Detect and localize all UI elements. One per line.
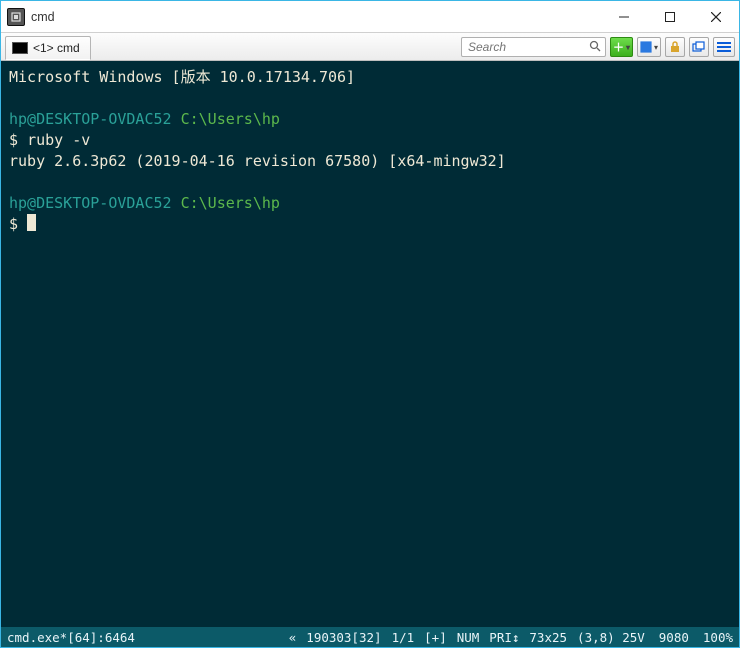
tab-cmd[interactable]: <1> cmd	[5, 36, 91, 60]
lock-button[interactable]	[665, 37, 685, 57]
status-plus: [+]	[424, 630, 447, 645]
search-input[interactable]	[462, 40, 585, 54]
toolbar: <1> cmd ＋▾ ▾	[1, 33, 739, 61]
status-zoom: 100%	[703, 630, 733, 645]
titlebar: cmd	[1, 1, 739, 33]
window-controls	[601, 2, 739, 32]
tab-label: <1> cmd	[33, 41, 80, 55]
prompt-userhost: hp@DESKTOP-OVDAC52	[9, 194, 172, 212]
status-linecount: 1/1	[392, 630, 415, 645]
status-cursor-pos: (3,8) 25V	[577, 630, 645, 645]
terminal-line: Microsoft Windows [版本 10.0.17134.706]	[9, 68, 355, 86]
chevron-down-icon: ▾	[626, 43, 630, 52]
menu-button[interactable]	[713, 37, 735, 57]
close-button[interactable]	[693, 2, 739, 32]
prompt-symbol: $	[9, 131, 18, 149]
search-icon[interactable]	[585, 40, 605, 55]
app-icon	[7, 8, 25, 26]
status-bar: cmd.exe*[64]:6464 « 190303[32] 1/1 [+] N…	[1, 627, 739, 647]
status-pid: 9080	[659, 630, 689, 645]
new-tab-button[interactable]: ＋▾	[610, 37, 633, 57]
cursor	[27, 214, 36, 231]
status-chevron: «	[289, 630, 297, 645]
terminal-icon	[12, 42, 28, 54]
chevron-down-icon: ▾	[654, 43, 658, 52]
status-process: cmd.exe*[64]:6464	[7, 630, 135, 645]
window-title: cmd	[31, 10, 55, 24]
status-numlock: NUM	[457, 630, 480, 645]
status-size: 73x25	[529, 630, 567, 645]
prompt-userhost: hp@DESKTOP-OVDAC52	[9, 110, 172, 128]
maximize-button[interactable]	[647, 2, 693, 32]
prompt-path: C:\Users\hp	[181, 194, 280, 212]
search-box[interactable]	[461, 37, 606, 57]
command-output: ruby 2.6.3p62 (2019-04-16 revision 67580…	[9, 152, 506, 170]
status-priority: PRI↕	[489, 630, 519, 645]
status-date: 190303[32]	[306, 630, 381, 645]
terminal-output[interactable]: Microsoft Windows [版本 10.0.17134.706] hp…	[1, 61, 739, 627]
prompt-path: C:\Users\hp	[181, 110, 280, 128]
minimize-button[interactable]	[601, 2, 647, 32]
windows-button[interactable]	[689, 37, 709, 57]
prompt-symbol: $	[9, 215, 18, 233]
layout-button[interactable]: ▾	[637, 37, 661, 57]
command-input: ruby -v	[27, 131, 90, 149]
